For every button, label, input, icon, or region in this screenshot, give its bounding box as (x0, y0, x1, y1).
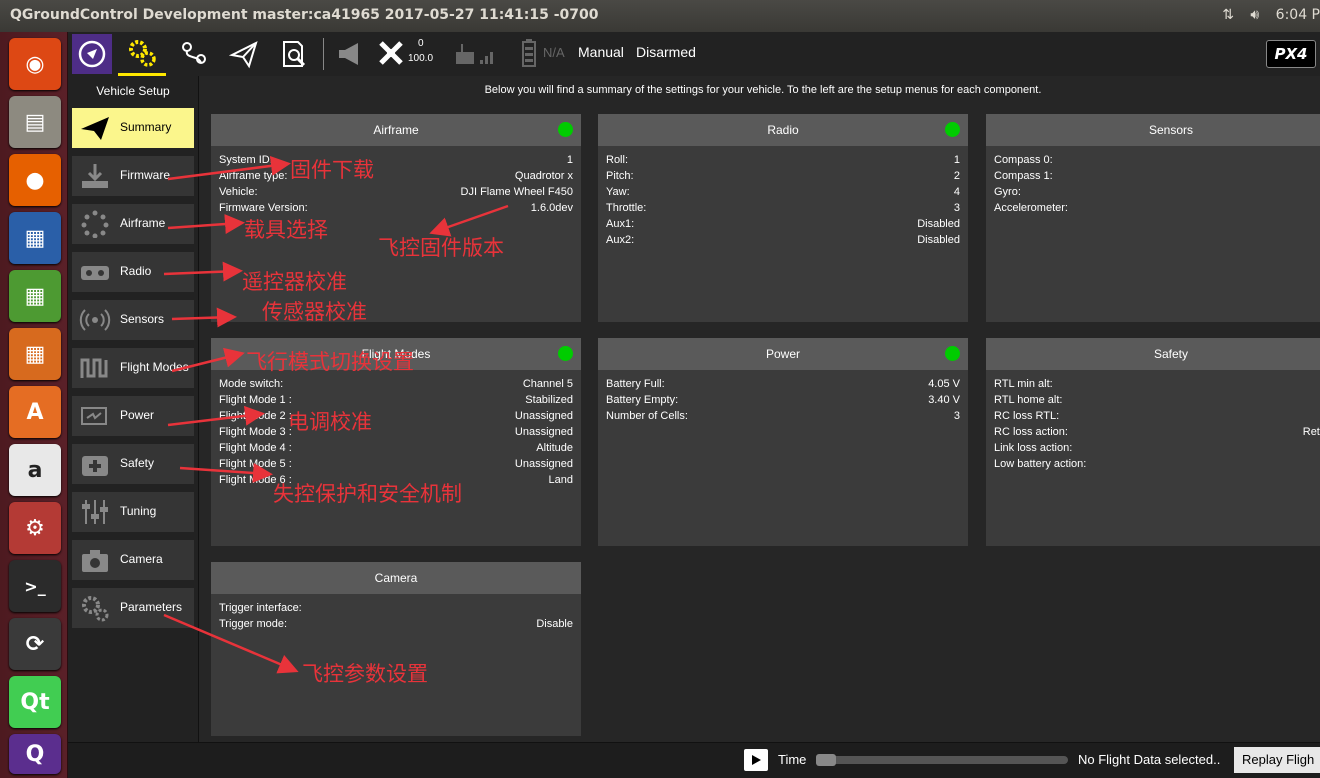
qgc-icon[interactable]: Q (9, 734, 61, 774)
calc-icon[interactable]: ▦ (9, 270, 61, 322)
files-icon[interactable]: ▤ (9, 96, 61, 148)
rc-transmitter-icon (456, 44, 493, 64)
impress-icon[interactable]: ▦ (9, 328, 61, 380)
arm-state[interactable]: Disarmed (636, 44, 696, 60)
amazon-icon[interactable]: a (9, 444, 61, 496)
main-toolbar: 0 100.0 N/A Manual Disarmed PX4 (68, 32, 1320, 76)
toolbar-divider (323, 38, 324, 70)
paper-plane-icon (229, 41, 258, 69)
settings-icon[interactable]: ⚙ (9, 502, 61, 554)
qgc-window: QGroundControl Development master:ca4196… (0, 0, 1320, 778)
log-replay-bar: Time No Flight Data selected.. Replay Fl… (68, 742, 1320, 778)
ubuntu-icon[interactable]: ◉ (9, 38, 61, 90)
replay-slider-handle[interactable] (816, 754, 836, 766)
qgc-logo-icon (78, 40, 106, 68)
replay-slider[interactable] (816, 754, 1068, 766)
megaphone-icon (339, 43, 358, 65)
fly-button[interactable] (222, 32, 266, 76)
analyze-button[interactable] (272, 32, 316, 76)
battery-icon (522, 39, 536, 67)
annotation-firmware-version: 飞控固件版本 (378, 236, 504, 260)
satellite-icon (379, 41, 403, 65)
writer-icon[interactable]: ▦ (9, 212, 61, 264)
firefox-icon[interactable]: ● (9, 154, 61, 206)
play-icon (752, 755, 761, 765)
gears-icon (129, 39, 156, 67)
time-label: Time (778, 752, 807, 767)
rc-rssi-indicator[interactable] (454, 42, 494, 68)
launcher: ◉ ▤ ● ▦ ▦ ▦ A a ⚙ >_ ⟳ Qt Q (0, 32, 68, 778)
replay-flight-button[interactable]: Replay Fligh (1234, 747, 1320, 773)
annotation-safety: 失控保护和安全机制 (273, 482, 462, 506)
analyze-icon (283, 41, 306, 67)
plan-button[interactable] (172, 32, 216, 76)
annotation-power: 电调校准 (288, 410, 372, 434)
qt-creator-icon[interactable]: Qt (9, 676, 61, 728)
vehicle-setup-view: Vehicle Setup Summary Firmware Airframe Rad… (68, 76, 1320, 742)
annotation-sensors: 传感器校准 (262, 300, 367, 324)
annotation-arrows (163, 155, 509, 674)
vehicle-setup-button[interactable] (118, 32, 166, 76)
window-title: QGroundControl Development master:ca4196… (10, 7, 599, 23)
system-tray: ⇅ 🔊︎ 6:04 P (1210, 7, 1320, 23)
clock[interactable]: 6:04 P (1276, 7, 1320, 23)
plan-route-icon (182, 42, 206, 64)
annotation-radio: 遥控器校准 (242, 270, 347, 294)
network-icon[interactable]: ⇅ (1222, 7, 1234, 23)
terminal-icon[interactable]: >_ (9, 560, 61, 612)
replay-status: No Flight Data selected.. (1078, 752, 1221, 767)
gps-count: 0 (418, 38, 424, 49)
battery-indicator[interactable] (522, 39, 536, 67)
window-titlebar: QGroundControl Development master:ca4196… (0, 0, 1320, 32)
updater-icon[interactable]: ⟳ (9, 618, 61, 670)
play-button[interactable] (744, 749, 768, 771)
volume-icon[interactable]: 🔊︎ (1250, 7, 1259, 23)
battery-value: N/A (543, 45, 565, 60)
annotation-flight-modes: 飞行模式切换设置 (246, 350, 414, 374)
software-center-icon[interactable]: A (9, 386, 61, 438)
gps-indicator[interactable] (376, 38, 406, 70)
px4-logo: PX4 (1266, 40, 1316, 68)
annotation-parameters: 飞控参数设置 (302, 662, 428, 686)
qgc-logo-button[interactable] (72, 34, 112, 74)
flight-mode-selector[interactable]: Manual (578, 44, 624, 60)
gps-hdop: 100.0 (408, 53, 434, 64)
annotation-airframe: 载具选择 (244, 218, 328, 242)
annotation-firmware: 固件下载 (290, 158, 374, 182)
messages-indicator[interactable] (336, 41, 366, 67)
